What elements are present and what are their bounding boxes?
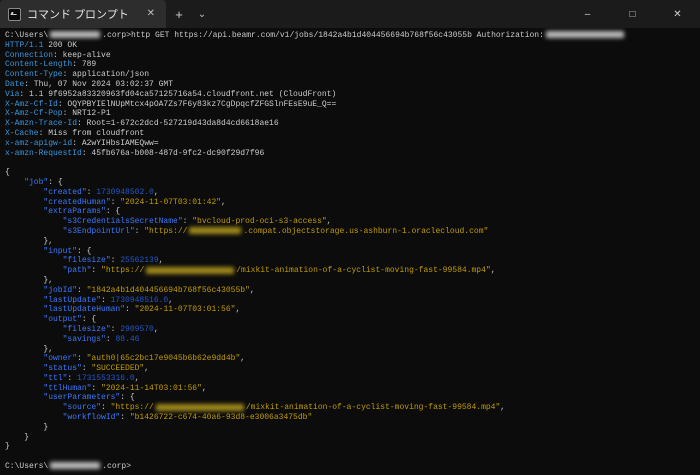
terminal-line: }, <box>5 276 700 286</box>
terminal-line: Via: 1.1 9f6952a83320963fd04ca57125716a5… <box>5 90 700 100</box>
tab-close-icon[interactable]: ✕ <box>144 7 158 21</box>
terminal-line: C:\Users\.corp> <box>5 462 700 472</box>
terminal-line: x-amzn-RequestId: 45fb676a-b008-487d-9fc… <box>5 149 700 159</box>
terminal-line: "lastUpdateHuman": "2024-11-07T03:01:56"… <box>5 305 700 315</box>
redacted-text <box>50 462 100 469</box>
terminal-line: "job": { <box>5 178 700 188</box>
minimize-button[interactable]: – <box>565 0 610 28</box>
terminal-line: "workflowId": "b1426722-c674-40a6-93d8-e… <box>5 413 700 423</box>
redacted-text <box>146 267 234 274</box>
title-bar: コマンド プロンプト ✕ + ⌄ – □ ✕ <box>0 0 700 28</box>
cmd-icon <box>8 8 21 21</box>
new-tab-button[interactable]: + <box>166 0 192 28</box>
terminal-line: "input": { <box>5 247 700 257</box>
terminal-line: "filesize": 2909570, <box>5 325 700 335</box>
terminal-line: "filesize": 25562139, <box>5 256 700 266</box>
redacted-text <box>546 31 624 38</box>
chevron-down-icon[interactable]: ⌄ <box>192 0 212 28</box>
redacted-text <box>189 227 241 234</box>
redacted-text <box>50 31 100 38</box>
terminal-line: "status": "SUCCEEDED", <box>5 364 700 374</box>
terminal-line: } <box>5 442 700 452</box>
terminal-line: X-Amz-Cf-Id: OQYPBYIElNUpMtcx4pOA7Zs7F6y… <box>5 100 700 110</box>
terminal-line: "ttl": 1731553316.0, <box>5 374 700 384</box>
terminal-line: Content-Length: 789 <box>5 60 700 70</box>
tab-title: コマンド プロンプト <box>27 6 138 22</box>
terminal-line: X-Amz-Cf-Pop: NRT12-P1 <box>5 109 700 119</box>
terminal-line: "created": 1730948502.0, <box>5 188 700 198</box>
redacted-text <box>156 404 244 411</box>
terminal-line: }, <box>5 237 700 247</box>
close-button[interactable]: ✕ <box>655 0 700 28</box>
tab-command-prompt[interactable]: コマンド プロンプト ✕ <box>0 0 166 28</box>
terminal-line: Date: Thu, 07 Nov 2024 03:02:37 GMT <box>5 80 700 90</box>
terminal-line: "path": "https:///mixkit-animation-of-a-… <box>5 266 700 276</box>
terminal-line: "savings": 88.46 <box>5 335 700 345</box>
terminal-line: "lastUpdate": 1730948516.0, <box>5 296 700 306</box>
terminal-line: "source": "https:///mixkit-animation-of-… <box>5 403 700 413</box>
terminal-line: } <box>5 433 700 443</box>
terminal-line: C:\Users\.corp>http GET https://api.beam… <box>5 31 700 41</box>
terminal-line: "s3EndpointUrl": "https://.compat.object… <box>5 227 700 237</box>
terminal-line: "userParameters": { <box>5 393 700 403</box>
terminal-line: X-Cache: Miss from cloudfront <box>5 129 700 139</box>
titlebar-drag-area <box>212 0 565 28</box>
terminal-line: { <box>5 168 700 178</box>
terminal-line: Connection: keep-alive <box>5 51 700 61</box>
terminal-line: "jobId": "1842a4b1d404456694b768f56c4305… <box>5 286 700 296</box>
terminal-line: x-amz-apigw-id: A2wYIHbsIAMEQww= <box>5 139 700 149</box>
terminal-line: } <box>5 423 700 433</box>
maximize-button[interactable]: □ <box>610 0 655 28</box>
terminal-line: "createdHuman": "2024-11-07T03:01:42", <box>5 198 700 208</box>
terminal-line: "owner": "auth0|65c2bc17e9045b6b62e9dd4b… <box>5 354 700 364</box>
terminal-line: "output": { <box>5 315 700 325</box>
terminal-line: X-Amzn-Trace-Id: Root=1-672c2dcd-527219d… <box>5 119 700 129</box>
terminal-line: "extraParams": { <box>5 207 700 217</box>
terminal-line: Content-Type: application/json <box>5 70 700 80</box>
terminal-line: "ttlHuman": "2024-11-14T03:01:56", <box>5 384 700 394</box>
terminal-line: HTTP/1.1 200 OK <box>5 41 700 51</box>
terminal-line <box>5 452 700 462</box>
terminal-line: }, <box>5 345 700 355</box>
terminal-line <box>5 158 700 168</box>
terminal-output[interactable]: C:\Users\.corp>http GET https://api.beam… <box>0 28 700 475</box>
terminal-line: "s3CredentialsSecretName": "bvcloud-prod… <box>5 217 700 227</box>
